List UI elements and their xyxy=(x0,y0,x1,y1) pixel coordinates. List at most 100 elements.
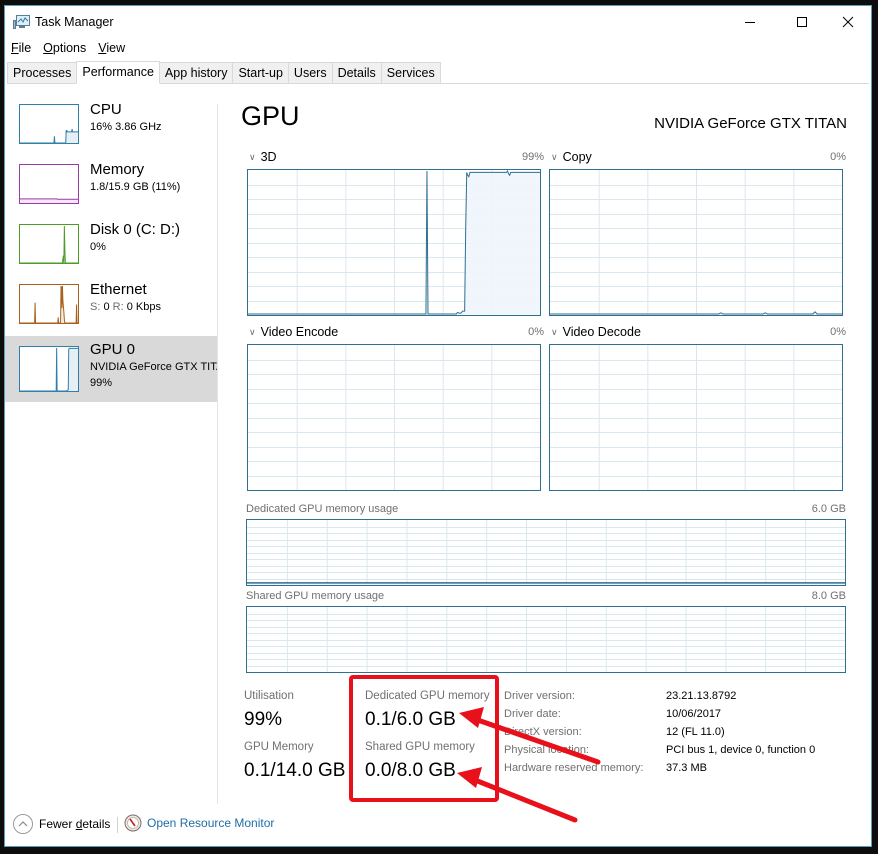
sidebar-item-memory[interactable]: Memory 1.8/15.9 GB (11%) xyxy=(5,156,217,216)
disk-thumbnail-graph xyxy=(19,224,79,264)
sidebar-item-title: CPU xyxy=(90,101,122,118)
engine-video-encode-label: Video Encode xyxy=(260,325,339,339)
receive-value: 0 Kbps xyxy=(126,301,161,313)
info-value: 12 (FL 11.0) xyxy=(666,726,725,738)
gpu-thumbnail-graph xyxy=(19,346,79,392)
engine-3d-label: 3D xyxy=(260,150,277,164)
menu-file-accel: F xyxy=(11,41,19,55)
thumbnail-svg xyxy=(20,285,78,323)
sidebar-item-percent: 99% xyxy=(90,377,113,389)
thumbnail-line xyxy=(20,285,78,323)
page-title: GPU xyxy=(241,101,300,131)
fewer-details-text-a: Fewer xyxy=(39,817,76,831)
gpu-device-name: NVIDIA GeForce GTX TITAN xyxy=(654,115,847,132)
chevron-down-icon: ∨ xyxy=(551,327,558,337)
title-bar: Task Manager xyxy=(5,6,871,38)
shared-memory-usage-label: Shared GPU memory usage xyxy=(246,590,385,602)
fewer-details-label: Fewer details xyxy=(39,817,110,831)
maximize-button[interactable] xyxy=(779,6,825,38)
engine-graph-svg xyxy=(248,345,540,490)
sidebar-item-detail: 0% xyxy=(90,241,106,253)
engine-video-encode-percent: 0% xyxy=(528,326,544,338)
tab-app-history[interactable]: App history xyxy=(158,62,234,83)
info-key: Driver date: xyxy=(504,708,561,720)
sidebar-item-cpu[interactable]: CPU 16% 3.86 GHz xyxy=(5,96,217,156)
dedicated-memory-max: 6.0 GB xyxy=(811,503,846,515)
chevron-down-icon: ∨ xyxy=(551,152,558,162)
memory-graph-svg xyxy=(247,607,845,672)
thumbnail-line xyxy=(20,225,78,263)
sidebar-item-disk[interactable]: Disk 0 (C: D:) 0% xyxy=(5,216,217,276)
close-button[interactable] xyxy=(825,6,871,38)
dedicated-memory-usage-graph xyxy=(246,519,846,586)
info-row-driver-version: Driver version: 23.21.13.8792 xyxy=(504,690,736,707)
open-resource-monitor-label: Open Resource Monitor xyxy=(147,816,275,830)
thumbnail-area xyxy=(20,128,78,143)
minimize-button[interactable] xyxy=(727,6,773,38)
thumbnail-area xyxy=(20,348,78,391)
memory-thumbnail-graph xyxy=(19,164,79,204)
info-value: 10/06/2017 xyxy=(666,708,722,720)
menu-options[interactable]: Options xyxy=(37,39,92,59)
chevron-down-icon: ∨ xyxy=(249,327,256,337)
close-icon xyxy=(842,16,854,28)
cpu-thumbnail-graph xyxy=(19,104,79,144)
sidebar-item-ethernet[interactable]: Ethernet S: 0 R: 0 Kbps xyxy=(5,276,217,336)
footer-separator xyxy=(117,817,118,833)
dedicated-memory-usage-label: Dedicated GPU memory usage xyxy=(246,503,399,515)
sidebar-item-gpu[interactable]: GPU 0 NVIDIA GeForce GTX TITAN 99% xyxy=(5,336,217,402)
dedicated-memory-label: Dedicated GPU memory xyxy=(365,690,490,702)
engine-video-decode-selector[interactable]: ∨ Video Decode xyxy=(551,325,641,339)
sidebar-item-detail: 1.8/15.9 GB (11%) xyxy=(90,181,181,193)
info-value: 37.3 MB xyxy=(666,762,707,774)
engine-video-decode-graph xyxy=(549,344,843,491)
tab-services[interactable]: Services xyxy=(380,62,441,83)
chevron-down-icon: ∨ xyxy=(249,152,256,162)
memory-graph-grid xyxy=(247,520,845,585)
tab-start-up[interactable]: Start-up xyxy=(232,62,289,83)
tab-processes[interactable]: Processes xyxy=(7,62,78,83)
open-resource-monitor-link[interactable]: Open Resource Monitor xyxy=(124,814,274,832)
engine-graph-grid xyxy=(550,170,842,315)
engine-graph-grid xyxy=(550,345,842,490)
menu-file[interactable]: File xyxy=(5,39,37,59)
engine-video-encode-selector[interactable]: ∨ Video Encode xyxy=(249,325,338,339)
tab-details[interactable]: Details xyxy=(331,62,382,83)
utilisation-value: 99% xyxy=(244,709,283,730)
engine-graph-svg xyxy=(550,345,842,490)
task-manager-app-icon xyxy=(13,15,30,29)
info-row-hardware-reserved-memory: Hardware reserved memory: 37.3 MB xyxy=(504,762,707,779)
ethernet-thumbnail-graph xyxy=(19,284,79,324)
thumbnail-svg xyxy=(20,347,78,391)
engine-3d-graph xyxy=(247,169,541,316)
engine-3d-selector[interactable]: ∨ 3D xyxy=(249,150,277,164)
engine-video-decode-percent: 0% xyxy=(830,326,846,338)
tab-strip: Processes Performance App history Start-… xyxy=(7,61,869,84)
thumbnail-svg xyxy=(20,128,78,143)
sidebar-item-title: Memory xyxy=(90,161,145,178)
menu-view[interactable]: View xyxy=(92,39,131,59)
engine-copy-selector[interactable]: ∨ Copy xyxy=(551,150,592,164)
tab-users[interactable]: Users xyxy=(287,62,333,83)
engine-copy-percent: 0% xyxy=(830,151,846,163)
menu-options-accel: O xyxy=(43,41,53,55)
shared-memory-max: 8.0 GB xyxy=(811,590,846,602)
fewer-details-text-b: etails xyxy=(82,817,111,831)
sidebar-item-title: GPU 0 xyxy=(90,341,136,358)
sidebar-item-detail: NVIDIA GeForce GTX TITAN xyxy=(90,361,217,373)
thumbnail-area xyxy=(20,226,78,263)
gpu-memory-label: GPU Memory xyxy=(244,741,314,753)
info-row-driver-date: Driver date: 10/06/2017 xyxy=(504,708,721,725)
engine-copy-graph xyxy=(549,169,843,316)
shared-memory-usage-graph xyxy=(246,606,846,673)
fewer-details-button[interactable]: Fewer details xyxy=(13,814,110,834)
menu-view-label: iew xyxy=(106,41,126,55)
gpu-memory-value: 0.1/14.0 GB xyxy=(244,760,346,781)
sidebar-item-detail: S: 0 R: 0 Kbps xyxy=(90,301,217,313)
sidebar-divider xyxy=(217,104,218,804)
memory-graph-grid xyxy=(247,607,845,672)
shared-memory-label: Shared GPU memory xyxy=(365,741,475,753)
info-row-directx-version: DirectX version: 12 (FL 11.0) xyxy=(504,726,725,743)
tab-performance[interactable]: Performance xyxy=(76,61,160,84)
shared-memory-value: 0.0/8.0 GB xyxy=(365,760,456,781)
